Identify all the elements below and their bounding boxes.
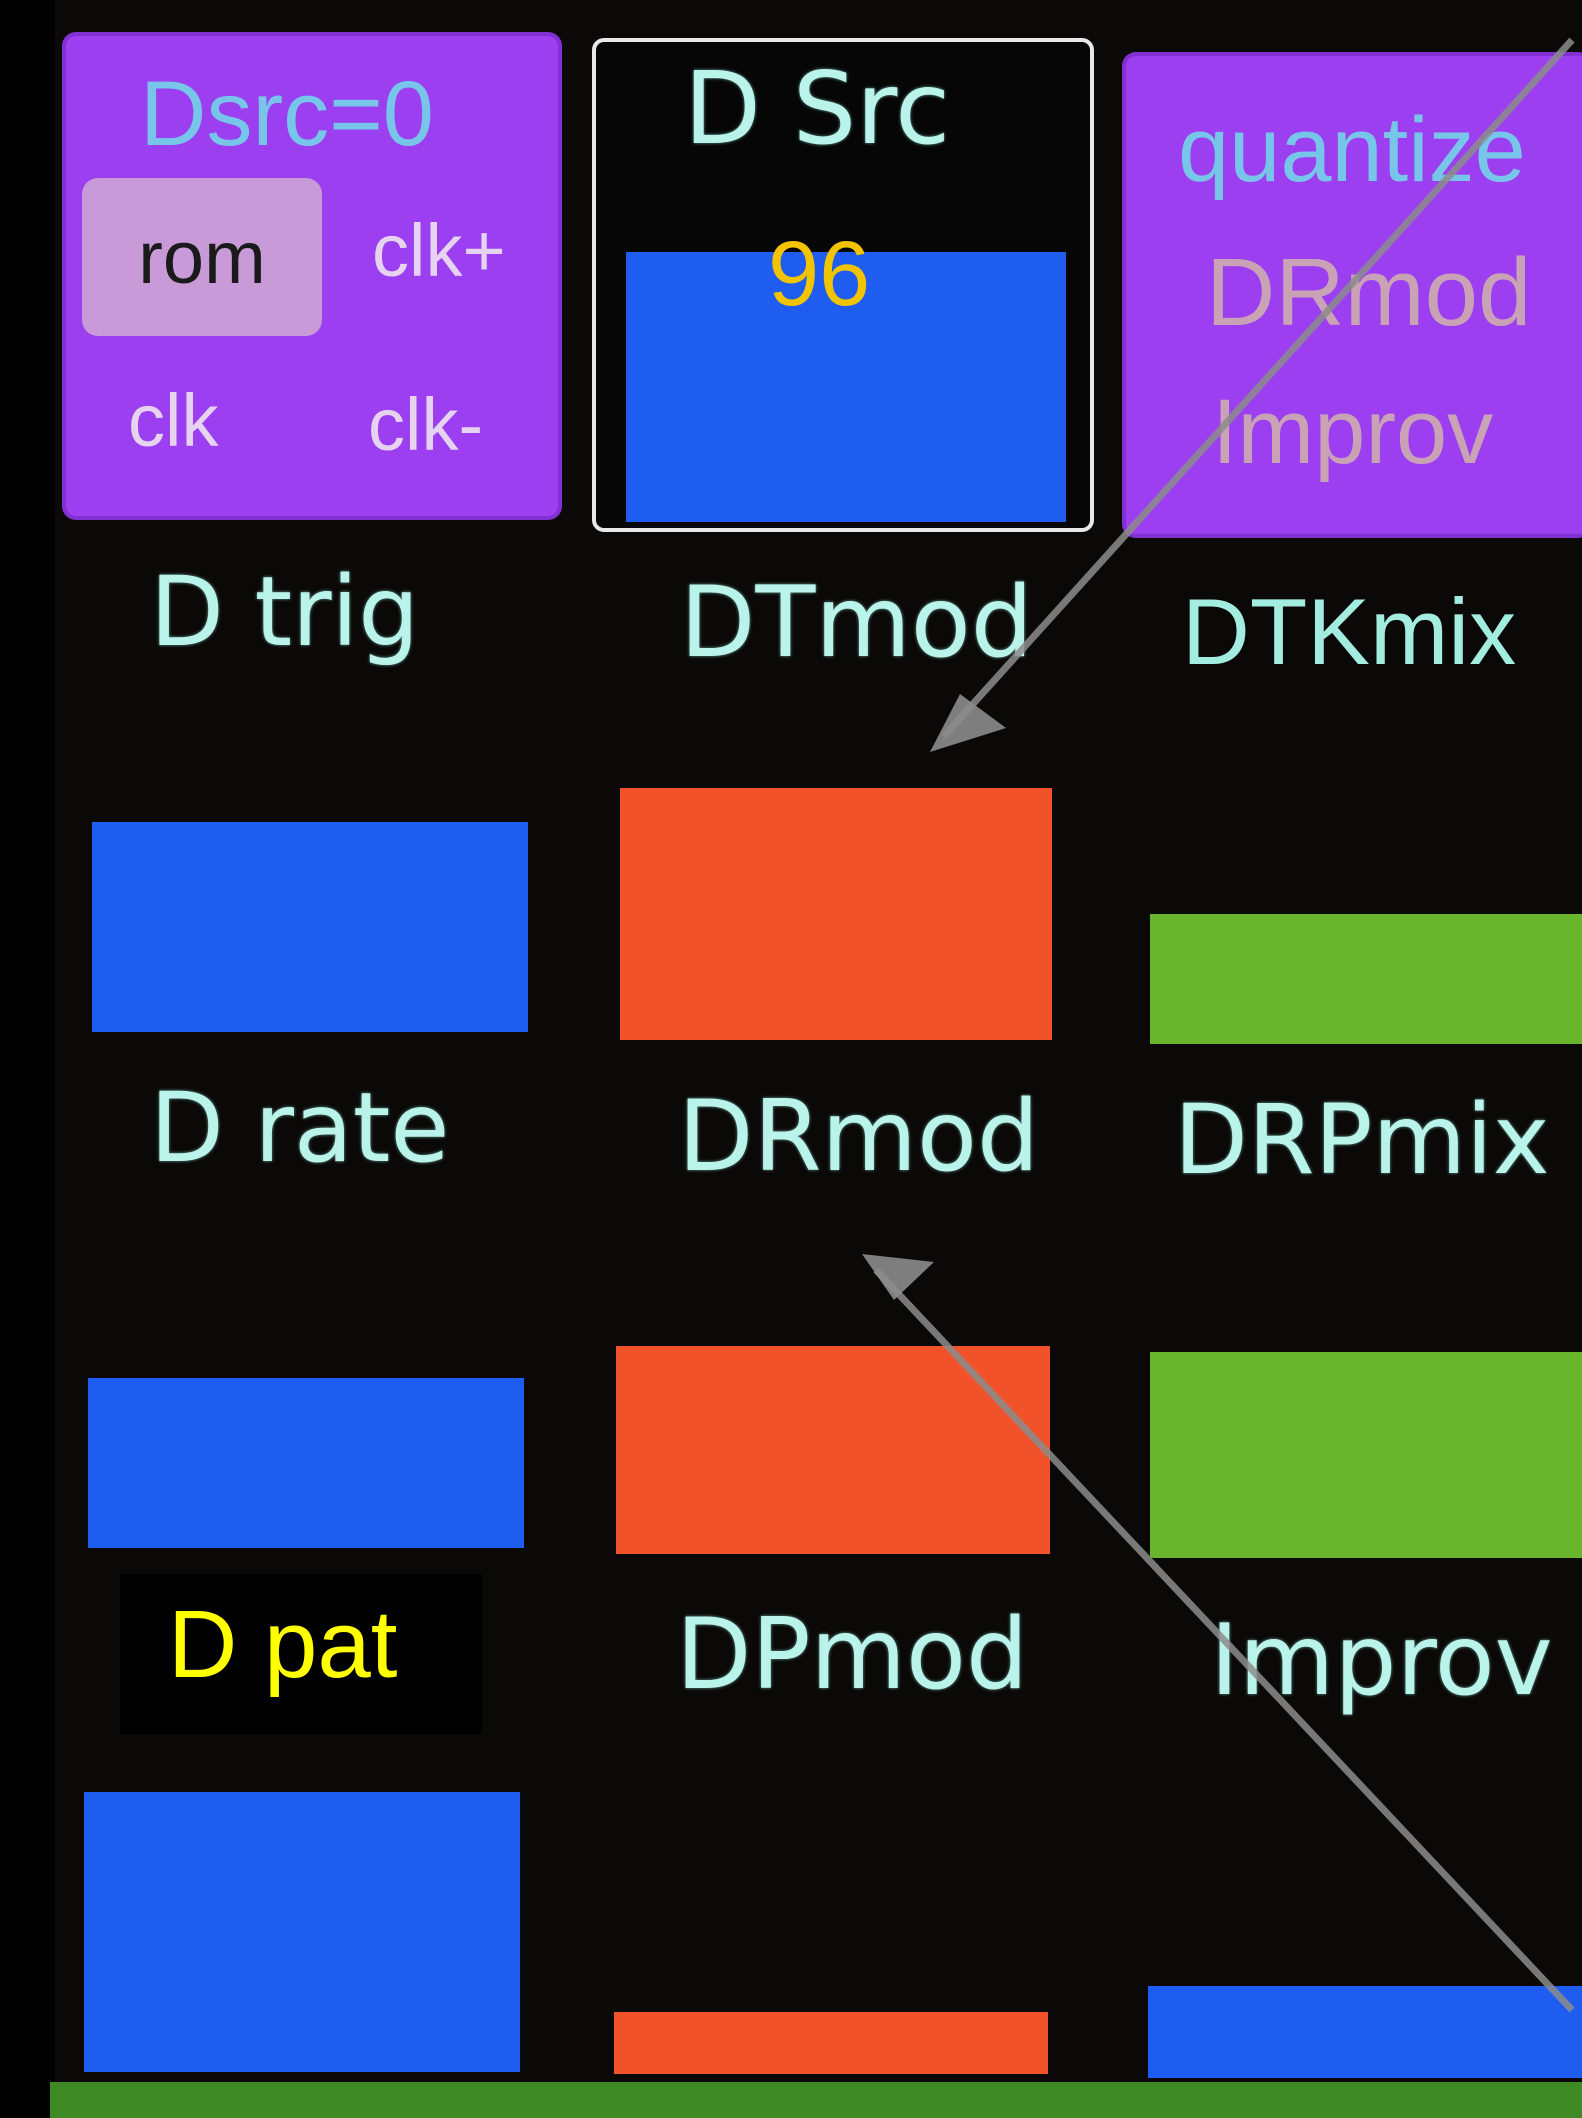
arrow-to-drmod-line [873, 1267, 1575, 2013]
arrow-to-drmod-head [862, 1254, 934, 1300]
arrow-to-dtmod-line [941, 37, 1575, 739]
annotation-arrows [862, 37, 1575, 2013]
arrow-to-dtmod-head [930, 694, 1006, 752]
